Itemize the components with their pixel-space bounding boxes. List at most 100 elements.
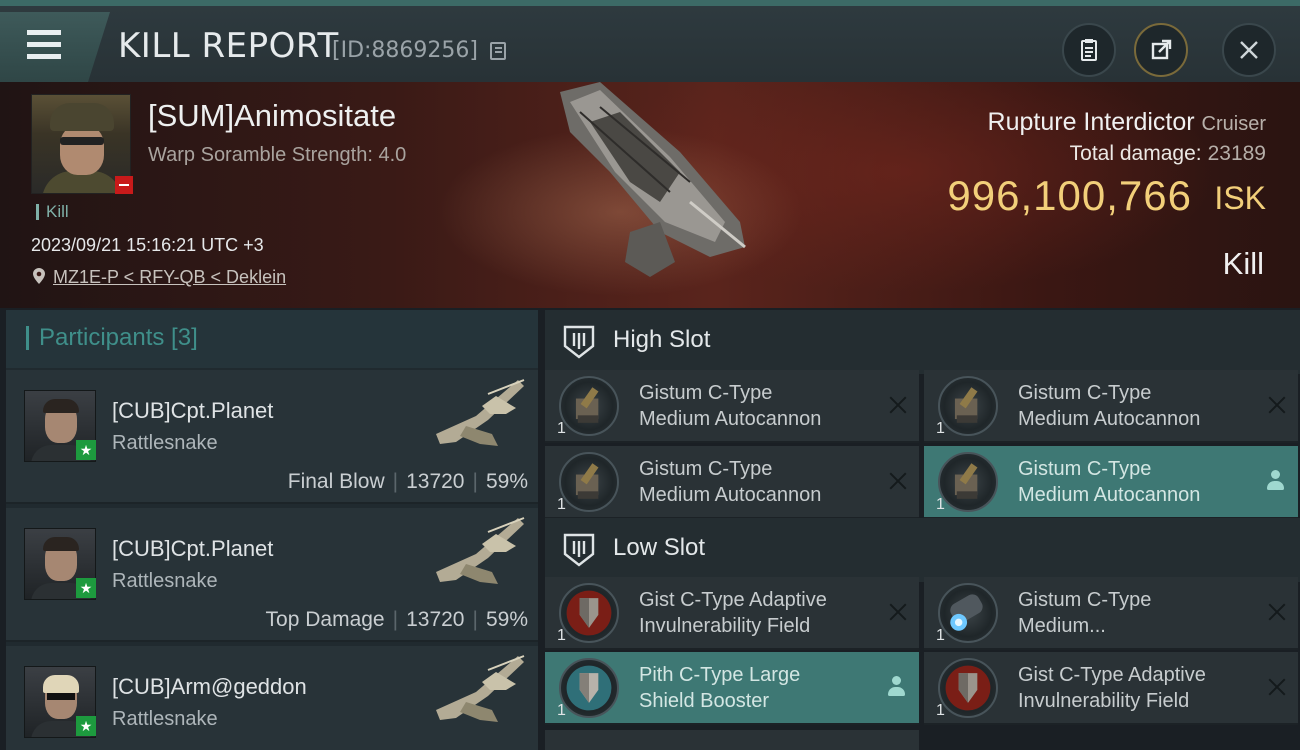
module-item[interactable]: 1 Pith C-Type Large Shield Booster xyxy=(545,652,919,725)
destroyed-x-icon xyxy=(889,472,907,490)
module-quantity: 1 xyxy=(557,627,566,644)
stats-separator: | xyxy=(472,608,478,631)
close-icon xyxy=(1240,41,1258,59)
copy-icon[interactable] xyxy=(490,42,506,60)
clipboard-button[interactable] xyxy=(1062,23,1116,77)
hostile-badge-icon xyxy=(115,176,133,194)
ship-name: Rupture Interdictor Cruiser xyxy=(988,108,1266,137)
module-name-line1: Gistum C-Type xyxy=(639,382,773,404)
high-slot-label: High Slot xyxy=(613,326,711,353)
participant-ship-icon xyxy=(436,379,525,446)
module-name: Gist C-Type Adaptive Invulnerability Fiel… xyxy=(1018,662,1248,714)
report-id: [ID:8869256] xyxy=(332,38,478,63)
participant-stats: Final Blow | 13720 | 59% xyxy=(288,470,528,494)
module-name: Gistum C-Type Medium... xyxy=(1018,587,1248,639)
module-item[interactable]: 1 Gistum C-Type Medium Autocannon xyxy=(545,370,919,443)
module-quantity: 1 xyxy=(936,702,945,719)
module-name: Gistum C-Type Medium Autocannon xyxy=(1018,380,1248,432)
module-name-line1: Gistum C-Type xyxy=(1018,458,1152,480)
share-button[interactable] xyxy=(1134,23,1188,77)
participants-header: Participants [3] xyxy=(6,310,538,368)
avatar-glasses xyxy=(47,693,75,700)
participant-row[interactable]: ★ [CUB]Cpt.Planet Rattlesnake Final Blow… xyxy=(6,370,538,504)
stats-separator: | xyxy=(392,608,399,631)
total-damage: Total damage: 23189 xyxy=(1070,142,1266,166)
invulnerability-field-icon xyxy=(938,658,998,718)
module-item[interactable]: 1 Gist C-Type Adaptive Invulnerability Fi… xyxy=(924,652,1298,725)
destroyed-x-icon xyxy=(1268,396,1286,414)
friendly-star-icon: ★ xyxy=(76,578,96,598)
timestamp: 2023/09/21 15:16:21 UTC +3 xyxy=(31,235,264,255)
participant-row[interactable]: ★ [CUB]Arm@geddon Rattlesnake xyxy=(6,646,538,750)
module-quantity: 1 xyxy=(936,627,945,644)
module-quantity: 1 xyxy=(557,702,566,719)
module-name-line1: Gist C-Type Adaptive xyxy=(1018,664,1206,686)
module-name-line2: Shield Booster xyxy=(639,690,770,712)
portrait-cap xyxy=(50,103,114,131)
avatar-hair xyxy=(43,399,79,413)
participant-percent: 59% xyxy=(485,608,528,631)
total-damage-value: 23189 xyxy=(1207,142,1266,165)
victim-subtitle: Warp Soramble Strength: 4.0 xyxy=(148,144,407,166)
destroyed-x-icon xyxy=(1268,603,1286,621)
low-slot-header: Low Slot xyxy=(545,518,1300,582)
ship-render-icon xyxy=(560,82,746,277)
module-item[interactable]: 1 Gistum C-Type Medium... xyxy=(924,577,1298,650)
friendly-star-icon: ★ xyxy=(76,716,96,736)
share-icon xyxy=(1151,39,1172,60)
participant-percent: 59% xyxy=(485,470,528,493)
module-name: Pith C-Type Large Shield Booster xyxy=(639,662,869,714)
module-name: Gist C-Type Adaptive Invulnerability Fiel… xyxy=(639,587,869,639)
kill-banner: [SUM]Animositate Warp Soramble Strength:… xyxy=(0,82,1300,308)
module-item[interactable]: 1 Gist C-Type Adaptive Invulnerability Fi… xyxy=(545,577,919,650)
participant-name: [CUB]Cpt.Planet xyxy=(112,536,274,561)
module-name-line1: Gistum C-Type xyxy=(639,458,773,480)
participant-stats: Top Damage | 13720 | 59% xyxy=(266,608,528,632)
module-name-line1: Pith C-Type Large xyxy=(639,664,801,686)
module-quantity: 1 xyxy=(936,496,945,513)
stats-separator: | xyxy=(472,470,478,493)
close-button[interactable] xyxy=(1222,23,1276,77)
autocannon-icon xyxy=(559,452,619,512)
module-name: Gistum C-Type Medium Autocannon xyxy=(1018,456,1248,508)
location-pin-icon xyxy=(33,268,45,284)
destroyed-x-icon xyxy=(1268,678,1286,696)
module-item[interactable]: 1 Gistum C-Type Medium Autocannon xyxy=(545,446,919,519)
module-item[interactable]: 1 Gistum C-Type Medium Autocannon xyxy=(924,370,1298,443)
destroyed-x-icon xyxy=(889,603,907,621)
top-bar: KILL REPORT [ID:8869256] xyxy=(0,0,1300,82)
location-link[interactable]: MZ1E-P < RFY-QB < Deklein xyxy=(53,267,286,288)
module-item-partial[interactable] xyxy=(545,730,919,750)
participant-ship-icon xyxy=(436,517,525,584)
autocannon-icon xyxy=(938,452,998,512)
participant-damage: 13720 xyxy=(406,470,465,493)
result-label: Kill xyxy=(1222,246,1264,281)
participants-panel: Participants [3] ★ [CUB]Cpt.Planet Rattl… xyxy=(6,310,538,750)
module-name: Gistum C-Type Medium Autocannon xyxy=(639,380,869,432)
high-slot-icon xyxy=(563,325,595,359)
participant-name: [CUB]Cpt.Planet xyxy=(112,398,274,423)
menu-button[interactable] xyxy=(0,12,110,82)
participant-row[interactable]: ★ [CUB]Cpt.Planet Rattlesnake Top Damage… xyxy=(6,508,538,642)
module-name: Gistum C-Type Medium Autocannon xyxy=(639,456,869,508)
module-quantity: 1 xyxy=(557,496,566,513)
participant-ship: Rattlesnake xyxy=(112,570,218,592)
clipboard-icon xyxy=(1081,39,1097,61)
stats-separator: | xyxy=(392,470,399,493)
participant-damage: 13720 xyxy=(406,608,465,631)
module-name-line2: Medium Autocannon xyxy=(639,408,822,430)
victim-name[interactable]: [SUM]Animositate xyxy=(148,98,396,134)
participant-role: Top Damage xyxy=(265,608,385,631)
ship-name-text: Rupture Interdictor xyxy=(987,108,1195,136)
avatar-hair xyxy=(43,675,79,693)
portrait-face xyxy=(60,125,104,175)
module-item[interactable]: 1 Gistum C-Type Medium Autocannon xyxy=(924,446,1298,519)
participants-label: Participants [3] xyxy=(26,326,198,350)
participant-ship-icon xyxy=(436,655,525,722)
participant-name: [CUB]Arm@geddon xyxy=(112,674,307,699)
module-name-line2: Medium Autocannon xyxy=(1018,484,1201,506)
participant-ship: Rattlesnake xyxy=(112,708,218,730)
kill-tag: Kill xyxy=(36,203,69,220)
menu-icon-bar xyxy=(27,42,61,47)
menu-icon xyxy=(27,30,61,35)
